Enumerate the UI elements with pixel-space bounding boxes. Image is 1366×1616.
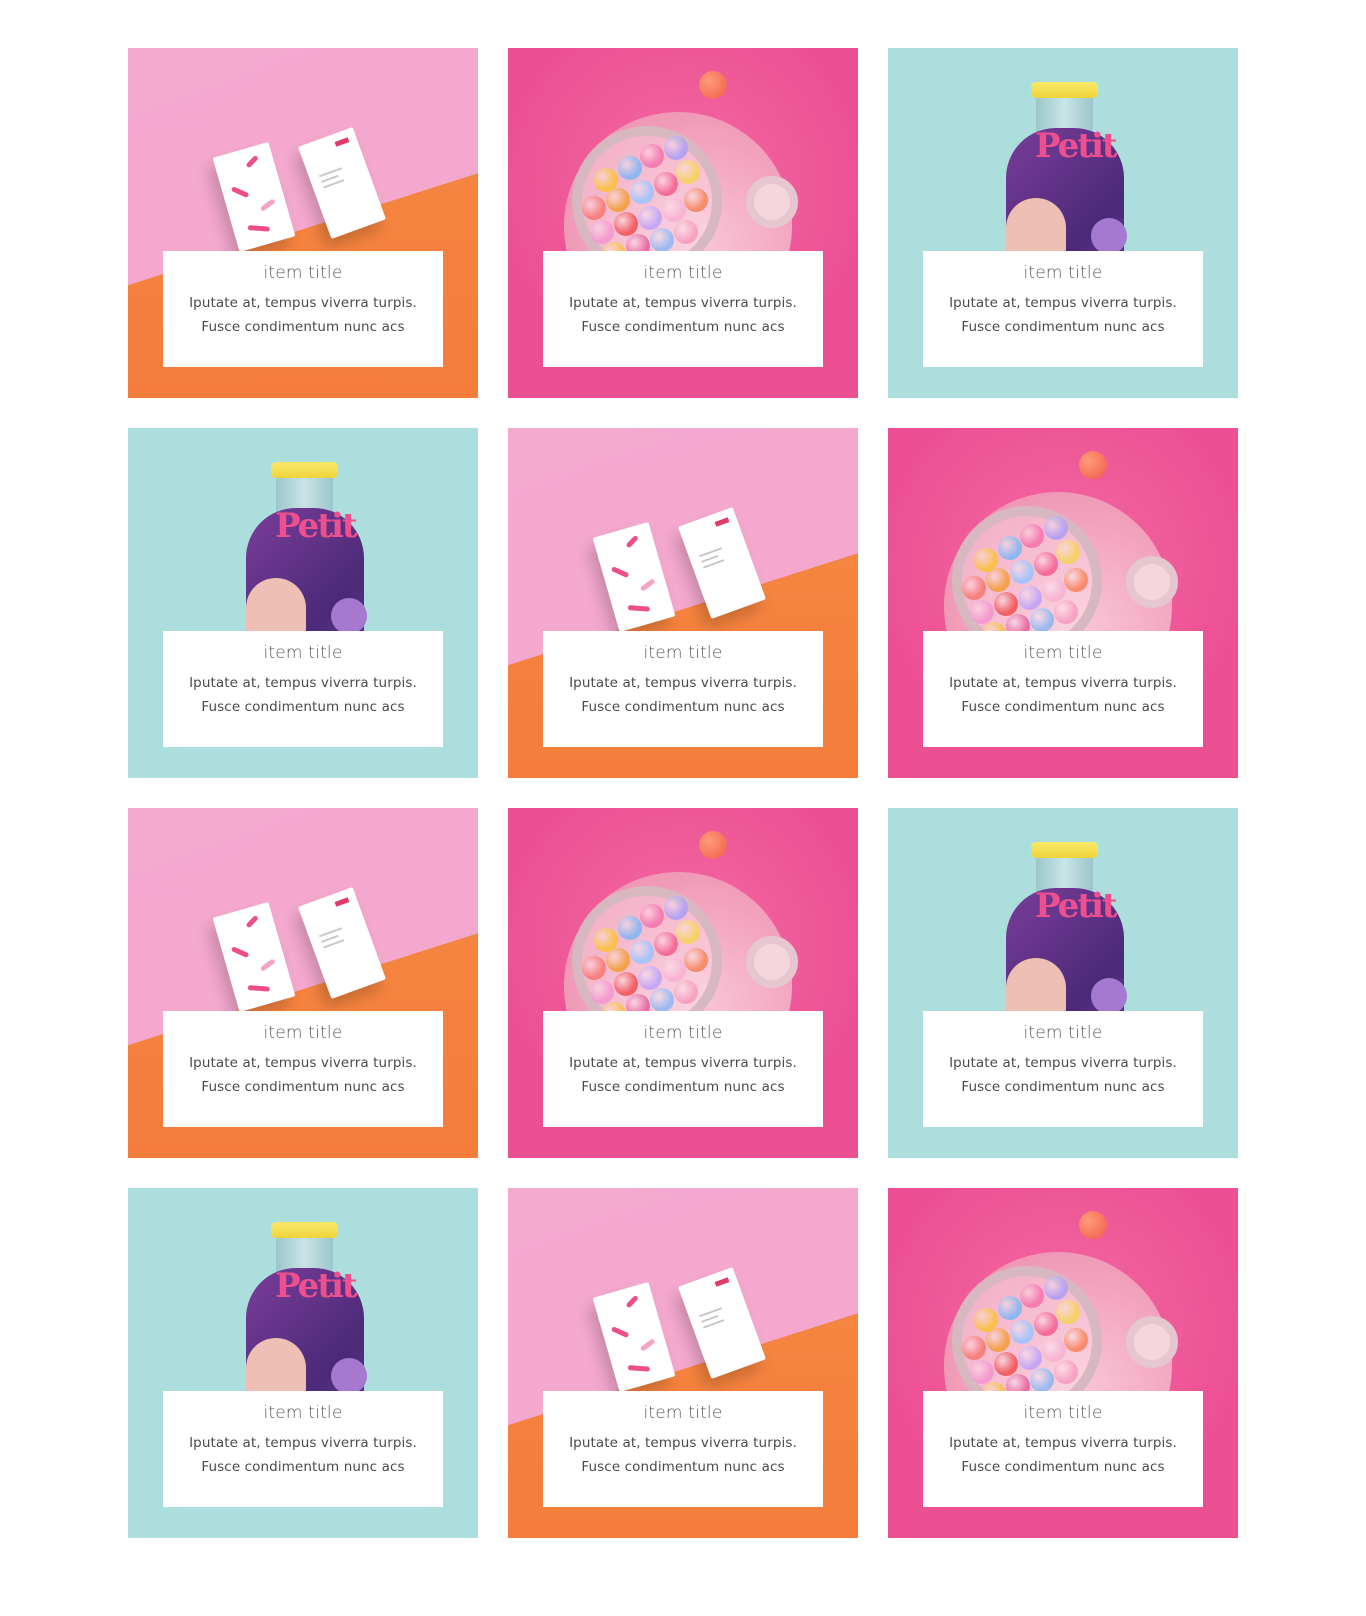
card-description: Iputate at, tempus viverra turpis. Fusce… — [569, 1435, 797, 1475]
portfolio-card[interactable]: Petit item title Iputate at, tempus viverr… — [888, 808, 1238, 1158]
card-title: item title — [263, 643, 343, 663]
portfolio-card[interactable]: Petit item title Iputate at, tempus viverr… — [128, 1188, 478, 1538]
card-title: item title — [1023, 643, 1103, 663]
card-description: Iputate at, tempus viverra turpis. Fusce… — [569, 295, 797, 335]
portfolio-card[interactable]: item title Iputate at, tempus viverra tur… — [508, 48, 858, 398]
card-description: Iputate at, tempus viverra turpis. Fusce… — [949, 675, 1177, 715]
card-caption: item title Iputate at, tempus viverra tur… — [163, 1391, 443, 1507]
card-caption: item title Iputate at, tempus viverra tur… — [543, 251, 823, 367]
card-description: Iputate at, tempus viverra turpis. Fusce… — [189, 1055, 417, 1095]
card-description: Iputate at, tempus viverra turpis. Fusce… — [949, 1055, 1177, 1095]
portfolio-card[interactable]: item title Iputate at, tempus viverra tur… — [128, 808, 478, 1158]
card-description: Iputate at, tempus viverra turpis. Fusce… — [189, 1435, 417, 1475]
card-caption: item title Iputate at, tempus viverra tur… — [923, 1391, 1203, 1507]
card-title: item title — [643, 1403, 723, 1423]
card-caption: item title Iputate at, tempus viverra tur… — [163, 631, 443, 747]
portfolio-card[interactable]: item title Iputate at, tempus viverra tur… — [888, 1188, 1238, 1538]
card-title: item title — [263, 1403, 343, 1423]
card-title: item title — [1023, 1023, 1103, 1043]
card-description: Iputate at, tempus viverra turpis. Fusce… — [189, 295, 417, 335]
portfolio-card[interactable]: Petit item title Iputate at, tempus viverr… — [888, 48, 1238, 398]
card-description: Iputate at, tempus viverra turpis. Fusce… — [949, 1435, 1177, 1475]
card-title: item title — [643, 1023, 723, 1043]
portfolio-card[interactable]: item title Iputate at, tempus viverra tur… — [128, 48, 478, 398]
portfolio-card[interactable]: item title Iputate at, tempus viverra tur… — [508, 1188, 858, 1538]
card-caption: item title Iputate at, tempus viverra tur… — [923, 1011, 1203, 1127]
portfolio-card[interactable]: item title Iputate at, tempus viverra tur… — [888, 428, 1238, 778]
portfolio-card[interactable]: item title Iputate at, tempus viverra tur… — [508, 808, 858, 1158]
portfolio-card[interactable]: item title Iputate at, tempus viverra tur… — [508, 428, 858, 778]
card-caption: item title Iputate at, tempus viverra tur… — [543, 1391, 823, 1507]
card-caption: item title Iputate at, tempus viverra tur… — [923, 631, 1203, 747]
card-caption: item title Iputate at, tempus viverra tur… — [543, 631, 823, 747]
card-caption: item title Iputate at, tempus viverra tur… — [163, 251, 443, 367]
card-title: item title — [263, 263, 343, 283]
card-caption: item title Iputate at, tempus viverra tur… — [543, 1011, 823, 1127]
card-title: item title — [1023, 263, 1103, 283]
card-description: Iputate at, tempus viverra turpis. Fusce… — [189, 675, 417, 715]
card-description: Iputate at, tempus viverra turpis. Fusce… — [949, 295, 1177, 335]
card-description: Iputate at, tempus viverra turpis. Fusce… — [569, 1055, 797, 1095]
card-title: item title — [643, 643, 723, 663]
card-caption: item title Iputate at, tempus viverra tur… — [163, 1011, 443, 1127]
card-title: item title — [643, 263, 723, 283]
card-description: Iputate at, tempus viverra turpis. Fusce… — [569, 675, 797, 715]
portfolio-card[interactable]: Petit item title Iputate at, tempus viverr… — [128, 428, 478, 778]
card-title: item title — [1023, 1403, 1103, 1423]
card-caption: item title Iputate at, tempus viverra tur… — [923, 251, 1203, 367]
card-title: item title — [263, 1023, 343, 1043]
